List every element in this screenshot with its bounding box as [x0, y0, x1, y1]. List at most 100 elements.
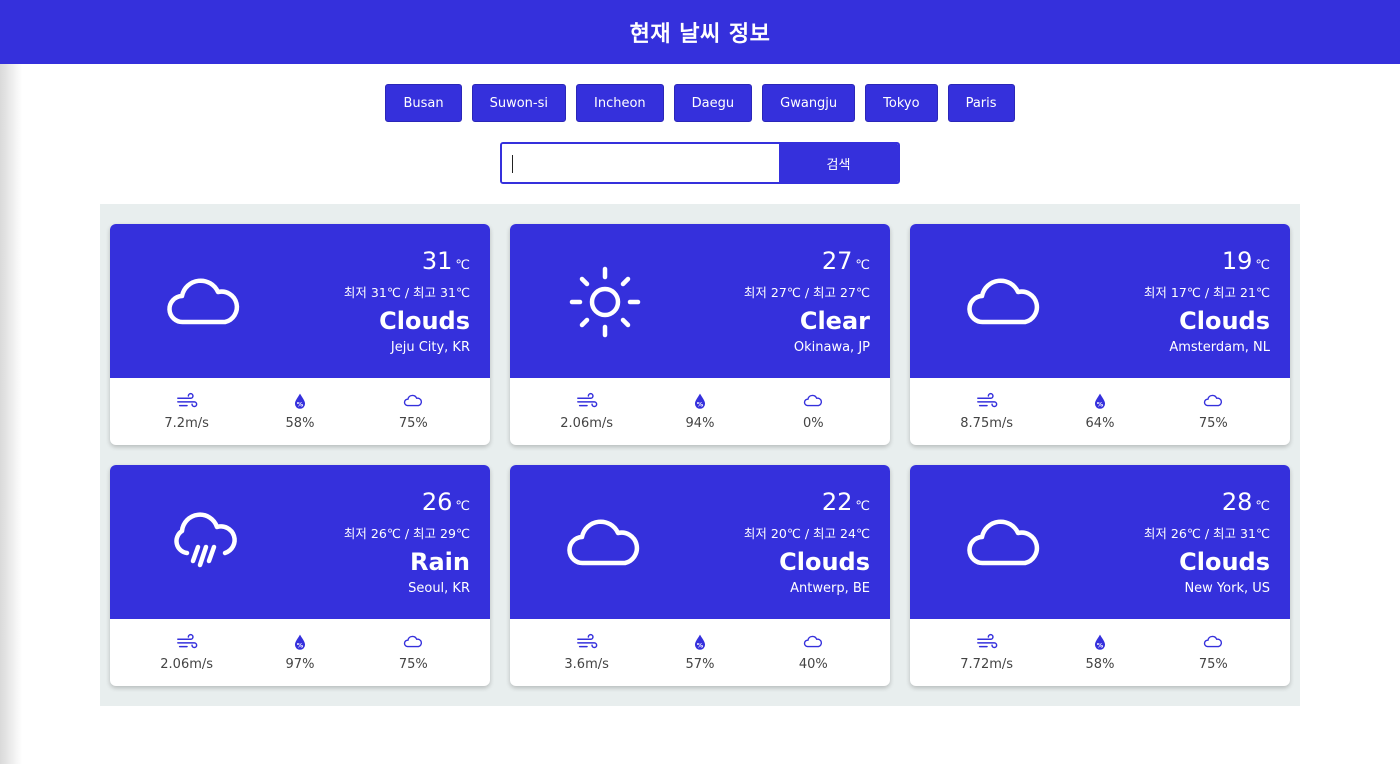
weather-condition: Clear	[799, 307, 870, 335]
wind-icon	[576, 392, 597, 408]
humidity-value: 94%	[685, 416, 715, 431]
wind-stat: 2.06m/s	[137, 633, 237, 672]
weather-details: 2.06m/s % 97% 75%	[110, 619, 490, 686]
cloudiness-stat: 0%	[763, 392, 863, 431]
cloud-outline-icon	[1204, 635, 1223, 648]
weather-condition: Clouds	[779, 548, 870, 576]
svg-text:%: %	[1097, 401, 1104, 409]
city-button-daegu[interactable]: Daegu	[673, 84, 753, 122]
humidity-stat: % 94%	[650, 392, 750, 431]
city-button-incheon[interactable]: Incheon	[576, 84, 664, 122]
max-label: 최고	[813, 285, 837, 300]
min-max-temperature: 최저 31℃ / 최고 31℃	[344, 283, 470, 303]
search-bar: 검색	[500, 142, 900, 184]
current-temperature: 27 ℃	[744, 244, 870, 283]
min-temperature: 17	[1170, 285, 1187, 300]
cloudiness-stat: 75%	[1163, 633, 1263, 672]
text-cursor	[512, 155, 513, 173]
wind-icon	[176, 392, 197, 408]
weather-card-header: 19 ℃ 최저 17℃ / 최고 21℃ Clouds Amsterdam, NL	[910, 224, 1290, 378]
svg-text:%: %	[1097, 642, 1104, 650]
wind-speed: 7.2m/s	[164, 416, 209, 431]
weather-summary: 27 ℃ 최저 27℃ / 최고 27℃ Clear Okinawa, JP	[744, 244, 870, 357]
wind-stat: 2.06m/s	[537, 392, 637, 431]
cloudiness-value: 75%	[1198, 657, 1228, 672]
max-label: 최고	[1213, 526, 1237, 541]
min-max-temperature: 최저 20℃ / 최고 24℃	[744, 524, 870, 544]
humidity-stat: % 97%	[250, 633, 350, 672]
svg-text:%: %	[297, 401, 304, 409]
wind-speed: 7.72m/s	[960, 657, 1014, 672]
max-unit: ℃	[455, 526, 470, 541]
max-unit: ℃	[855, 526, 870, 541]
wind-icon	[976, 392, 997, 408]
city-button-tokyo[interactable]: Tokyo	[865, 84, 938, 122]
weather-summary: 22 ℃ 최저 20℃ / 최고 24℃ Clouds Antwerp, BE	[744, 485, 870, 598]
min-unit: ℃	[386, 285, 401, 300]
temperature-value: 22	[821, 488, 853, 516]
page-title: 현재 날씨 정보	[629, 22, 771, 47]
separator: /	[804, 526, 810, 541]
cloudiness-value: 0%	[803, 416, 824, 431]
wind-stat: 7.72m/s	[937, 633, 1037, 672]
humidity-value: 58%	[1085, 657, 1115, 672]
cloud-outline-icon	[404, 394, 423, 407]
cloudiness-value: 75%	[398, 657, 428, 672]
weather-card-header: 28 ℃ 최저 26℃ / 최고 31℃ Clouds New York, US	[910, 465, 1290, 619]
humidity-drop-icon: %	[694, 393, 706, 409]
weather-card-header: 26 ℃ 최저 26℃ / 최고 29℃ Rain Seoul, KR	[110, 465, 490, 619]
max-label: 최고	[813, 526, 837, 541]
cloudiness-stat: 40%	[763, 633, 863, 672]
cloudiness-value: 75%	[1198, 416, 1228, 431]
weather-summary: 19 ℃ 최저 17℃ / 최고 21℃ Clouds Amsterdam, NL	[1144, 244, 1270, 357]
temperature-unit: ℃	[855, 258, 870, 273]
max-temperature: 24	[840, 526, 856, 541]
weather-summary: 31 ℃ 최저 31℃ / 최고 31℃ Clouds Jeju City, KR	[344, 244, 470, 357]
humidity-value: 58%	[285, 416, 315, 431]
temperature-unit: ℃	[455, 499, 470, 514]
wind-speed: 8.75m/s	[960, 416, 1014, 431]
min-max-temperature: 최저 27℃ / 최고 27℃	[744, 283, 870, 303]
city-button-suwon-si[interactable]: Suwon-si	[471, 84, 567, 122]
weather-card-grid: 31 ℃ 최저 31℃ / 최고 31℃ Clouds Jeju City, KR	[100, 204, 1300, 706]
location-name: Antwerp, BE	[790, 581, 870, 596]
weather-card-header: 27 ℃ 최저 27℃ / 최고 27℃ Clear Okinawa, JP	[510, 224, 890, 378]
humidity-stat: % 64%	[1050, 392, 1150, 431]
cloudiness-stat: 75%	[363, 633, 463, 672]
min-label: 최저	[1143, 285, 1167, 300]
temperature-value: 19	[1221, 247, 1253, 275]
city-button-gwangju[interactable]: Gwangju	[762, 84, 856, 122]
min-unit: ℃	[786, 285, 801, 300]
city-button-paris[interactable]: Paris	[947, 84, 1015, 122]
current-temperature: 26 ℃	[344, 485, 470, 524]
weather-card-header: 31 ℃ 최저 31℃ / 최고 31℃ Clouds Jeju City, KR	[110, 224, 490, 378]
weather-details: 8.75m/s % 64% 75%	[910, 378, 1290, 445]
humidity-drop-icon: %	[694, 634, 706, 650]
max-unit: ℃	[855, 285, 870, 300]
humidity-stat: % 58%	[250, 392, 350, 431]
cloud-outline-icon	[404, 635, 423, 648]
humidity-drop-icon: %	[1094, 393, 1106, 409]
min-temperature: 31	[370, 285, 387, 300]
weather-condition: Clouds	[379, 307, 470, 335]
humidity-value: 97%	[285, 657, 315, 672]
weather-details: 7.72m/s % 58% 75%	[910, 619, 1290, 686]
search-input[interactable]	[502, 144, 779, 182]
cloud-outline-icon	[1204, 394, 1223, 407]
max-temperature: 31	[1240, 526, 1256, 541]
wind-stat: 8.75m/s	[937, 392, 1037, 431]
min-max-temperature: 최저 26℃ / 최고 29℃	[344, 524, 470, 544]
min-unit: ℃	[786, 526, 801, 541]
max-unit: ℃	[1255, 285, 1270, 300]
current-temperature: 31 ℃	[344, 244, 470, 283]
city-button-busan[interactable]: Busan	[385, 84, 462, 122]
search-button[interactable]: 검색	[779, 144, 898, 182]
location-name: Amsterdam, NL	[1169, 340, 1270, 355]
weather-details: 2.06m/s % 94% 0%	[510, 378, 890, 445]
min-temperature: 27	[770, 285, 787, 300]
max-temperature: 27	[840, 285, 856, 300]
max-temperature: 31	[440, 285, 456, 300]
separator: /	[404, 526, 410, 541]
current-temperature: 22 ℃	[744, 485, 870, 524]
wind-icon	[576, 633, 597, 649]
